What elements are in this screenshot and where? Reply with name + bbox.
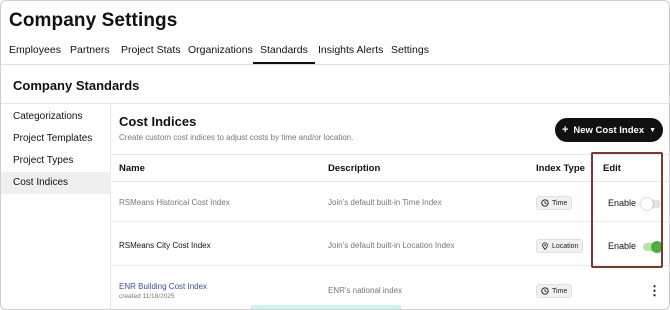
page-title: Company Settings (9, 10, 178, 31)
sidebar-item-project-types[interactable]: Project Types (1, 150, 111, 172)
edit-column-highlight (591, 152, 663, 268)
settings-window: Company Settings Employees Partners Proj… (0, 0, 670, 310)
created-date: created 11/18/2025 (119, 293, 175, 300)
index-type-badge: Time (536, 196, 573, 210)
sidebar-item-project-templates[interactable]: Project Templates (1, 128, 111, 150)
clock-icon (541, 287, 549, 295)
table-row: RSMeans City Cost Index Join's default b… (112, 226, 669, 266)
index-type-badge: Location (536, 239, 584, 253)
new-cost-index-label: New Cost Index (573, 124, 645, 136)
cost-index-name-link[interactable]: ENR Building Cost Index (119, 282, 207, 291)
section-title: Company Standards (13, 78, 140, 93)
cost-index-description: ENR's national index (328, 286, 403, 295)
tab-project-stats[interactable]: Project Stats (121, 44, 181, 56)
column-header-description[interactable]: Description (328, 163, 380, 174)
plus-icon: + (561, 124, 569, 136)
sidebar-item-categorizations[interactable]: Categorizations (1, 106, 111, 128)
location-pin-icon (542, 242, 548, 250)
cost-index-name: RSMeans Historical Cost Index (119, 198, 230, 207)
column-header-index-type[interactable]: Index Type (536, 163, 585, 174)
new-cost-index-button[interactable]: + New Cost Index ▼ (555, 118, 663, 142)
panel-subtitle: Create custom cost indices to adjust cos… (119, 133, 354, 142)
tab-organizations[interactable]: Organizations (188, 44, 253, 56)
more-vertical-icon[interactable]: ⋮ (648, 284, 661, 297)
table-row: ENR Building Cost Index created 11/18/20… (112, 270, 669, 309)
tab-employees[interactable]: Employees (9, 44, 61, 56)
sidebar-item-cost-indices[interactable]: Cost Indices (1, 172, 111, 194)
scroll-indicator (251, 305, 401, 309)
index-type-label: Time (552, 199, 568, 207)
cost-index-description: Join's default built-in Time Index (328, 198, 442, 207)
tab-standards[interactable]: Standards (253, 44, 315, 64)
standards-sidebar: Categorizations Project Templates Projec… (1, 104, 111, 309)
cost-indices-panel: Cost Indices Create custom cost indices … (112, 104, 669, 309)
cost-index-description: Join's default built-in Location Index (328, 241, 455, 250)
table-header: Name Description Index Type Edit (112, 154, 669, 182)
caret-down-icon: ▼ (649, 126, 657, 134)
table-row: RSMeans Historical Cost Index Join's def… (112, 182, 669, 222)
cost-index-name: RSMeans City Cost Index (119, 241, 211, 250)
index-type-label: Time (552, 287, 568, 295)
index-type-badge: Time (536, 284, 573, 298)
column-header-name[interactable]: Name (119, 163, 145, 174)
tab-insights-alerts[interactable]: Insights Alerts (318, 44, 383, 56)
panel-title: Cost Indices (119, 114, 197, 129)
index-type-label: Location (552, 242, 579, 250)
tab-partners[interactable]: Partners (70, 44, 110, 56)
clock-icon (541, 199, 549, 207)
settings-tabs: Employees Partners Project Stats Organiz… (1, 39, 669, 65)
tab-settings[interactable]: Settings (391, 44, 429, 56)
